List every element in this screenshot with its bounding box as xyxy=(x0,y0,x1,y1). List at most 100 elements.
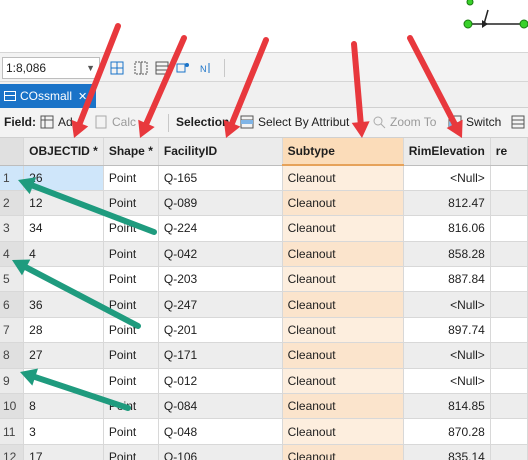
cell-re[interactable] xyxy=(490,266,528,293)
cell-re[interactable] xyxy=(490,317,528,344)
cell-re[interactable] xyxy=(490,368,528,395)
add-field-button[interactable]: Ad xyxy=(40,115,73,129)
cell-objectid[interactable] xyxy=(23,368,104,395)
table-row[interactable]: 1 26 Point Q-165 Cleanout <Null> xyxy=(0,165,528,191)
cell-re[interactable] xyxy=(490,291,528,318)
cell-shape[interactable]: Point xyxy=(103,241,159,268)
table-row[interactable]: 3 34 Point Q-224 Cleanout 816.06 xyxy=(0,215,528,242)
cell-shape[interactable]: Point xyxy=(103,266,159,293)
table-options-icon[interactable] xyxy=(511,115,525,129)
row-number[interactable]: 6 xyxy=(0,291,25,318)
row-selector-header[interactable] xyxy=(0,138,25,166)
cell-shape[interactable]: Point xyxy=(103,165,159,191)
grid-icon[interactable] xyxy=(155,61,169,75)
close-icon[interactable]: ✕ xyxy=(78,90,87,103)
north-arrow-icon[interactable]: N xyxy=(200,61,214,75)
table-grid-icon[interactable] xyxy=(134,61,148,75)
cell-shape[interactable]: Point xyxy=(103,444,159,460)
cell-rim[interactable]: 814.85 xyxy=(403,393,491,420)
cell-shape[interactable]: Point xyxy=(103,368,159,395)
cell-subtype[interactable]: Cleanout xyxy=(282,291,404,318)
cell-re[interactable] xyxy=(490,418,528,445)
cell-rim[interactable]: 870.28 xyxy=(403,418,491,445)
cell-rim[interactable]: 897.74 xyxy=(403,317,491,344)
cell-subtype[interactable]: Cleanout xyxy=(282,165,404,191)
cell-facilityid[interactable]: Q-165 xyxy=(158,165,283,191)
cell-subtype[interactable]: Cleanout xyxy=(282,418,404,445)
cell-objectid[interactable]: 26 xyxy=(23,165,104,191)
cell-shape[interactable]: Point xyxy=(103,215,159,242)
cell-rim[interactable]: <Null> xyxy=(403,368,491,395)
table-row[interactable]: 7 28 Point Q-201 Cleanout 897.74 xyxy=(0,317,528,344)
cell-subtype[interactable]: Cleanout xyxy=(282,317,404,344)
cell-objectid[interactable]: 34 xyxy=(23,215,104,242)
cell-rim[interactable]: 858.28 xyxy=(403,241,491,268)
row-number[interactable]: 12 xyxy=(0,444,25,460)
cell-re[interactable] xyxy=(490,215,528,242)
table-row[interactable]: 10 8 Point Q-084 Cleanout 814.85 xyxy=(0,393,528,420)
cell-facilityid[interactable]: Q-201 xyxy=(158,317,283,344)
cell-shape[interactable]: Point xyxy=(103,342,159,369)
cell-re[interactable] xyxy=(490,444,528,460)
column-header-shape[interactable]: Shape * xyxy=(103,138,159,166)
row-number[interactable]: 11 xyxy=(0,418,25,445)
column-header-objectid[interactable]: OBJECTID * xyxy=(23,138,104,166)
cell-re[interactable] xyxy=(490,241,528,268)
cell-re[interactable] xyxy=(490,342,528,369)
cell-objectid[interactable]: 27 xyxy=(23,342,104,369)
cell-rim[interactable]: 887.84 xyxy=(403,266,491,293)
column-header-re[interactable]: re xyxy=(490,138,528,166)
cell-rim[interactable]: <Null> xyxy=(403,342,491,369)
cell-facilityid[interactable]: Q-224 xyxy=(158,215,283,242)
cell-rim[interactable]: <Null> xyxy=(403,165,491,191)
cell-facilityid[interactable]: Q-048 xyxy=(158,418,283,445)
cell-facilityid[interactable]: Q-106 xyxy=(158,444,283,460)
column-header-rimelevation[interactable]: RimElevation xyxy=(403,138,491,166)
cell-re[interactable] xyxy=(490,190,528,217)
row-number[interactable]: 10 xyxy=(0,393,25,420)
cell-shape[interactable]: Point xyxy=(103,291,159,318)
row-number[interactable]: 2 xyxy=(0,190,25,217)
cell-objectid[interactable] xyxy=(23,266,104,293)
cell-facilityid[interactable]: Q-247 xyxy=(158,291,283,318)
table-row[interactable]: 5 Point Q-203 Cleanout 887.84 xyxy=(0,266,528,293)
cell-shape[interactable]: Point xyxy=(103,317,159,344)
cell-re[interactable] xyxy=(490,165,528,191)
switch-selection-button[interactable]: Switch xyxy=(448,115,501,129)
table-row[interactable]: 2 12 Point Q-089 Cleanout 812.47 xyxy=(0,190,528,217)
row-number[interactable]: 8 xyxy=(0,342,25,369)
cell-subtype[interactable]: Cleanout xyxy=(282,444,404,460)
cell-shape[interactable]: Point xyxy=(103,393,159,420)
cell-facilityid[interactable]: Q-171 xyxy=(158,342,283,369)
cell-facilityid[interactable]: Q-084 xyxy=(158,393,283,420)
map-view[interactable] xyxy=(0,0,528,52)
table-row[interactable]: 4 4 Point Q-042 Cleanout 858.28 xyxy=(0,241,528,268)
cell-rim[interactable]: 816.06 xyxy=(403,215,491,242)
column-header-facilityid[interactable]: FacilityID xyxy=(158,138,283,166)
attribute-table[interactable]: OBJECTID * Shape * FacilityID Subtype Ri… xyxy=(0,138,528,460)
cell-rim[interactable]: <Null> xyxy=(403,291,491,318)
cell-objectid[interactable]: 17 xyxy=(23,444,104,460)
row-number[interactable]: 3 xyxy=(0,215,25,242)
snapping-icon[interactable] xyxy=(176,61,190,75)
cell-facilityid[interactable]: Q-089 xyxy=(158,190,283,217)
cell-subtype[interactable]: Cleanout xyxy=(282,215,404,242)
cell-objectid[interactable]: 36 xyxy=(23,291,104,318)
table-row[interactable]: 11 3 Point Q-048 Cleanout 870.28 xyxy=(0,418,528,445)
cell-subtype[interactable]: Cleanout xyxy=(282,368,404,395)
cell-objectid[interactable]: 4 xyxy=(23,241,104,268)
row-number[interactable]: 9 xyxy=(0,368,25,395)
table-row[interactable]: 9 Point Q-012 Cleanout <Null> xyxy=(0,368,528,395)
cell-subtype[interactable]: Cleanout xyxy=(282,393,404,420)
cell-objectid[interactable]: 12 xyxy=(23,190,104,217)
chevron-down-icon[interactable]: ▼ xyxy=(86,63,95,73)
table-row[interactable]: 8 27 Point Q-171 Cleanout <Null> xyxy=(0,342,528,369)
grid-snap-icon[interactable] xyxy=(110,61,124,75)
scale-selector[interactable]: 1:8,086 ▼ xyxy=(2,57,100,79)
cell-objectid[interactable]: 28 xyxy=(23,317,104,344)
row-number[interactable]: 1 xyxy=(0,165,25,191)
cell-objectid[interactable]: 8 xyxy=(23,393,104,420)
cell-facilityid[interactable]: Q-042 xyxy=(158,241,283,268)
cell-re[interactable] xyxy=(490,393,528,420)
zoom-to-button[interactable]: Zoom To xyxy=(372,115,436,129)
